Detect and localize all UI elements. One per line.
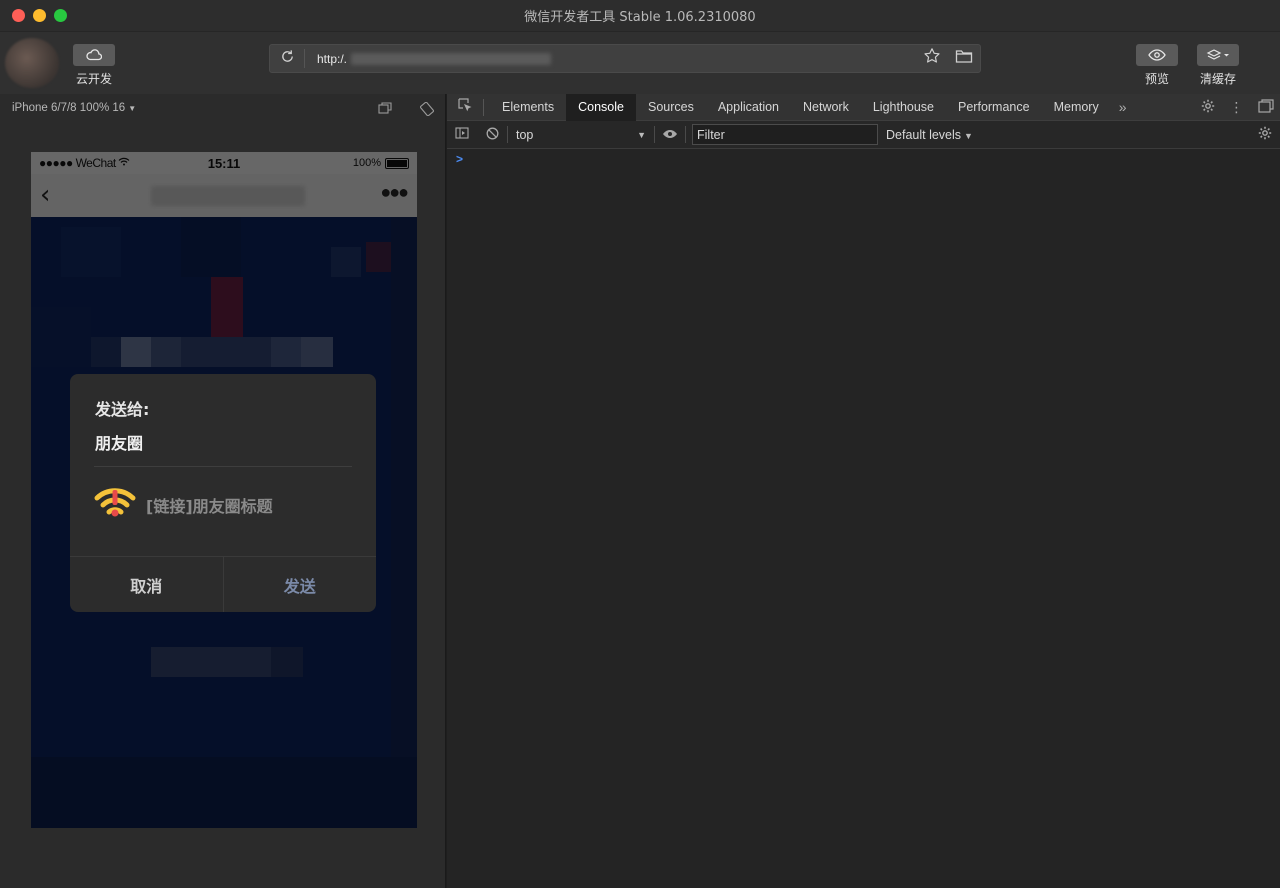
eye-icon: [1136, 44, 1178, 66]
share-target: 朋友圈: [95, 434, 144, 453]
simulator-header: iPhone 6/7/8 100% 16 ▼: [0, 94, 445, 122]
context-value: top: [516, 127, 534, 142]
log-levels-dropdown[interactable]: Default levels ▼: [886, 128, 973, 142]
console-bar-divider: [685, 126, 686, 143]
tab-sources[interactable]: Sources: [636, 94, 706, 121]
chevron-down-icon[interactable]: ▼: [128, 104, 136, 113]
sidebar-toggle-icon[interactable]: [447, 127, 477, 142]
send-to-label: 发送给:: [95, 400, 150, 419]
tabbar-divider: [483, 98, 484, 116]
console-output[interactable]: >: [447, 150, 1280, 888]
cloud-dev-label: 云开发: [75, 72, 112, 86]
devtools-tabbar-actions: ⋮: [1193, 94, 1280, 121]
console-settings-gear-icon[interactable]: [1250, 126, 1280, 143]
share-link-title: [链接]朋友圈标题: [146, 497, 273, 516]
close-window-button[interactable]: [12, 9, 25, 22]
simulator-panel: iPhone 6/7/8 100% 16 ▼ ●●●●● WeChat 15:1…: [0, 94, 446, 888]
console-prompt[interactable]: >: [456, 152, 463, 166]
main-toolbar: 云开发 http:/. 预览 清缓存: [0, 32, 1280, 94]
live-expression-eye-icon[interactable]: [655, 127, 685, 142]
device-selector[interactable]: iPhone 6/7/8 100% 16: [12, 102, 125, 114]
url-redacted: [351, 52, 552, 65]
more-tabs-icon[interactable]: »: [1111, 99, 1135, 115]
preview-button[interactable]: 预览: [1136, 44, 1178, 87]
dialog-actions: 取消 发送: [70, 556, 376, 612]
console-toolbar: top ▼ Default levels▼: [447, 121, 1280, 149]
address-bar[interactable]: http:/.: [269, 44, 981, 73]
detach-window-icon[interactable]: [378, 102, 392, 117]
tab-lighthouse[interactable]: Lighthouse: [861, 94, 946, 121]
reload-icon[interactable]: [270, 49, 304, 69]
layers-icon: [1197, 44, 1239, 66]
warning-wifi-icon: [94, 486, 136, 522]
window-title: 微信开发者工具 Stable 1.06.2310080: [524, 10, 756, 25]
devtools-tabbar: Elements Console Sources Application Net…: [447, 93, 1280, 121]
cloud-icon: [73, 44, 115, 66]
console-filter-input[interactable]: [692, 124, 878, 145]
clear-cache-button[interactable]: 清缓存: [1197, 44, 1239, 87]
dock-side-icon[interactable]: [1251, 99, 1280, 116]
cancel-button[interactable]: 取消: [70, 557, 224, 612]
kebab-menu-icon[interactable]: ⋮: [1222, 99, 1251, 116]
folder-icon[interactable]: [948, 48, 980, 69]
zoom-window-button[interactable]: [54, 9, 67, 22]
chevron-down-icon: ▼: [637, 129, 646, 140]
send-button[interactable]: 发送: [224, 557, 377, 612]
inspect-element-icon[interactable]: [447, 98, 483, 116]
tab-elements[interactable]: Elements: [490, 94, 566, 121]
clear-cache-label: 清缓存: [1199, 72, 1236, 86]
tab-application[interactable]: Application: [706, 94, 791, 121]
user-avatar[interactable]: [5, 38, 59, 88]
context-selector[interactable]: top ▼: [508, 128, 654, 142]
phone-screen[interactable]: ●●●●● WeChat 15:11 100% ‹ ●●●: [31, 152, 417, 828]
dialog-divider: [94, 466, 352, 467]
title-bar: 微信开发者工具 Stable 1.06.2310080: [0, 0, 1280, 32]
share-dialog: 发送给: 朋友圈 [链接]朋友圈标题 取消 发送: [70, 374, 376, 612]
devtools-panel: Elements Console Sources Application Net…: [447, 93, 1280, 888]
clear-console-icon[interactable]: [477, 127, 507, 143]
window-controls: [12, 9, 67, 22]
gear-icon[interactable]: [1193, 99, 1222, 116]
address-divider: [304, 49, 305, 68]
tab-network[interactable]: Network: [791, 94, 861, 121]
star-icon[interactable]: [916, 47, 948, 70]
log-levels-value: Default levels: [886, 127, 962, 142]
url-text[interactable]: http:/.: [317, 52, 347, 66]
tab-console[interactable]: Console: [566, 93, 636, 121]
rotate-device-icon[interactable]: [419, 101, 435, 119]
tab-performance[interactable]: Performance: [946, 94, 1042, 121]
tab-memory[interactable]: Memory: [1042, 94, 1111, 121]
cloud-dev-button[interactable]: 云开发: [73, 44, 115, 87]
minimize-window-button[interactable]: [33, 9, 46, 22]
chevron-down-icon: ▼: [964, 130, 973, 141]
preview-label: 预览: [1144, 72, 1169, 86]
